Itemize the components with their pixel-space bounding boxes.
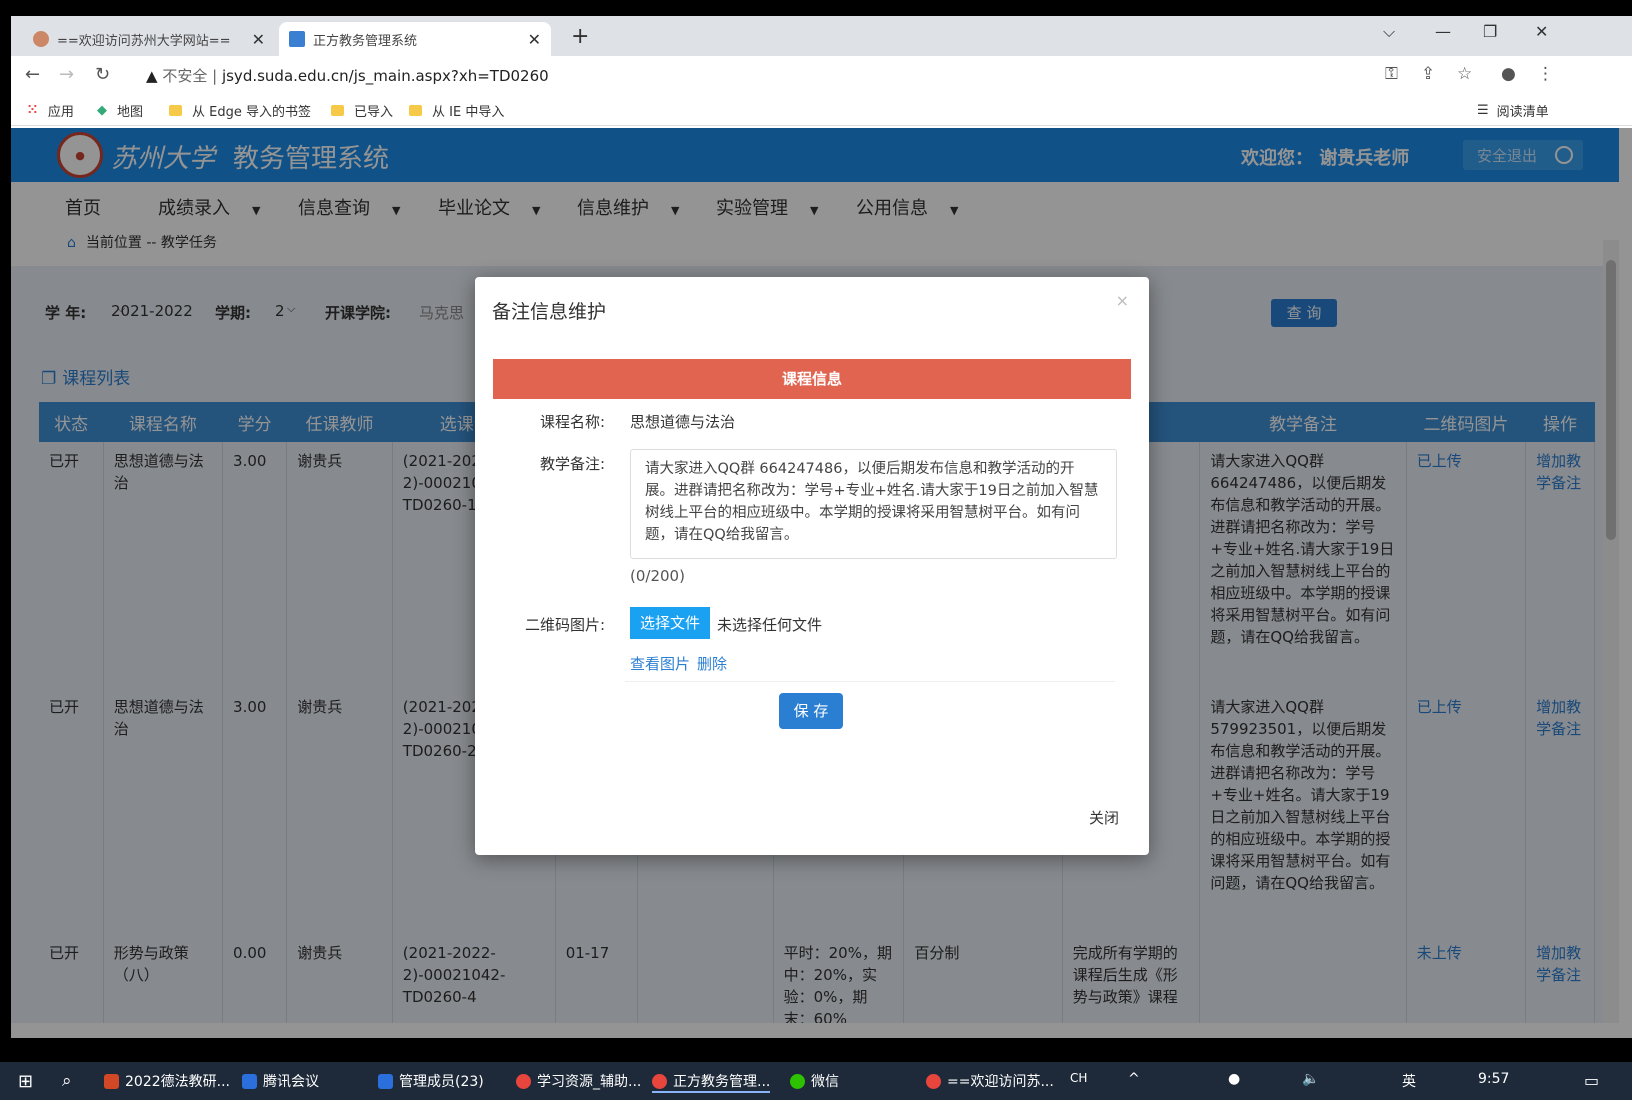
restore-icon[interactable]: ❐ <box>1483 22 1497 41</box>
close-button[interactable]: 关闭 <box>1089 807 1119 828</box>
chevron-down-icon[interactable]: ⌵ <box>1383 22 1395 42</box>
url-text: jsyd.suda.edu.cn/js_main.aspx?xh=TD0260 <box>221 67 549 85</box>
close-window-icon[interactable]: ✕ <box>1535 22 1548 41</box>
taskbar-item-active[interactable]: 正方教务管理... <box>652 1071 771 1093</box>
taskbar-item[interactable]: 微信 <box>790 1071 839 1091</box>
new-tab-icon[interactable]: + <box>571 24 589 49</box>
bookmark-maps[interactable]: ◆ 地图 <box>97 101 143 120</box>
divider <box>625 681 1115 682</box>
char-count: (0/200) <box>630 567 685 585</box>
ime-indicator[interactable]: 英 <box>1402 1071 1416 1091</box>
chrome-icon <box>652 1073 667 1089</box>
chrome-icon <box>926 1073 941 1089</box>
delete-link[interactable]: 删除 <box>697 653 727 674</box>
folder-icon <box>331 105 344 116</box>
close-icon[interactable]: ✕ <box>252 30 265 49</box>
lang-indicator[interactable]: CH <box>1070 1071 1087 1085</box>
apps-grid-icon: ⁙ <box>27 103 38 118</box>
taskbar-item[interactable]: 管理成员(23) <box>378 1071 484 1091</box>
search-icon[interactable]: ⌕ <box>62 1071 72 1091</box>
modal-title: 备注信息维护 <box>492 301 607 323</box>
chrome-icon <box>516 1073 531 1089</box>
choose-file-button[interactable]: 选择文件 <box>630 607 710 639</box>
folder-icon <box>409 105 422 116</box>
modal-close-icon[interactable]: × <box>1116 291 1129 310</box>
bookmark-imported[interactable]: 已导入 <box>331 101 393 120</box>
taskbar-item[interactable]: 2022德法教研... <box>104 1071 230 1091</box>
bookmark-edge[interactable]: 从 Edge 导入的书签 <box>169 101 311 120</box>
remark-modal: 备注信息维护 × 课程信息 课程名称: 思想道德与法治 教学备注: 请大家进入Q… <box>475 277 1149 855</box>
tab-suda[interactable]: ==欢迎访问苏州大学网站== ✕ <box>23 22 275 56</box>
taskbar-item[interactable]: ==欢迎访问苏... <box>926 1071 1054 1091</box>
jwgl-favicon-icon <box>289 31 305 47</box>
taskbar-item[interactable]: 学习资源_辅助... <box>516 1071 641 1091</box>
notification-icon[interactable]: ▭ <box>1584 1071 1599 1090</box>
profile-icon[interactable]: ● <box>1501 64 1516 84</box>
bookmark-ie[interactable]: 从 IE 中导入 <box>409 101 504 120</box>
save-button[interactable]: 保 存 <box>779 693 843 729</box>
bookmarks-bar: ⁙ 应用 ◆ 地图 从 Edge 导入的书签 已导入 从 IE 中导入 ☰ 阅读清单 <box>11 92 1632 126</box>
warning-icon: ▲ <box>146 67 158 85</box>
back-icon[interactable]: ← <box>25 64 40 85</box>
no-file-text: 未选择任何文件 <box>717 616 823 634</box>
reading-list-icon: ☰ <box>1477 103 1489 118</box>
windows-start-icon[interactable]: ⊞ <box>18 1071 33 1092</box>
reading-list[interactable]: ☰ 阅读清单 <box>1477 101 1549 120</box>
remark-label: 教学备注: <box>539 455 605 473</box>
key-icon[interactable]: ⚿ <box>1385 64 1398 84</box>
view-image-link[interactable]: 查看图片 <box>630 653 690 674</box>
clock[interactable]: 9:57 <box>1478 1071 1509 1087</box>
more-icon[interactable]: ⋮ <box>1537 64 1554 84</box>
tray-chevron-up-icon[interactable]: ^ <box>1128 1071 1140 1087</box>
tab-jwgl[interactable]: 正方教务管理系统 ✕ <box>279 22 551 56</box>
tencent-meeting-icon <box>242 1073 257 1089</box>
folder-icon <box>169 105 182 116</box>
tab-title: ==欢迎访问苏州大学网站== <box>57 33 231 49</box>
wechat-icon <box>790 1073 805 1089</box>
address-bar: ← → ↻ ▲ 不安全 | jsyd.suda.edu.cn/js_main.a… <box>11 56 1632 92</box>
volume-icon[interactable]: 🔈 <box>1302 1071 1319 1087</box>
remark-textarea[interactable]: 请大家进入QQ群 664247486，以便后期发布信息和教学活动的开展。进群请把… <box>630 449 1117 559</box>
suda-favicon-icon <box>33 31 49 47</box>
insecure-label: 不安全 <box>162 67 208 85</box>
bookmark-apps[interactable]: ⁙ 应用 <box>27 101 74 120</box>
reload-icon[interactable]: ↻ <box>95 64 110 85</box>
map-icon: ◆ <box>97 103 107 118</box>
taskbar: ⊞ ⌕ 2022德法教研... 腾讯会议 管理成员(23) 学习资源_辅助...… <box>0 1062 1632 1100</box>
course-name-label: 课程名称: <box>539 413 605 431</box>
close-icon[interactable]: ✕ <box>528 30 541 49</box>
tencent-meeting-icon <box>378 1073 393 1089</box>
minimize-icon[interactable]: — <box>1435 22 1451 41</box>
powerpoint-icon <box>104 1073 119 1089</box>
course-name-value: 思想道德与法治 <box>630 413 736 431</box>
tab-bar: ==欢迎访问苏州大学网站== ✕ 正方教务管理系统 ✕ + ⌵ — ❐ ✕ <box>11 16 1632 56</box>
wechat-tray-icon[interactable]: ● <box>1228 1071 1240 1087</box>
taskbar-item[interactable]: 腾讯会议 <box>242 1071 319 1091</box>
qr-label: 二维码图片: <box>524 616 605 634</box>
forward-icon[interactable]: → <box>59 64 74 85</box>
section-header: 课程信息 <box>493 359 1131 399</box>
url-field[interactable]: ▲ 不安全 | jsyd.suda.edu.cn/js_main.aspx?xh… <box>146 65 549 86</box>
tab-title: 正方教务管理系统 <box>313 33 418 49</box>
share-icon[interactable]: ⇪ <box>1421 64 1435 84</box>
star-icon[interactable]: ☆ <box>1457 64 1472 84</box>
